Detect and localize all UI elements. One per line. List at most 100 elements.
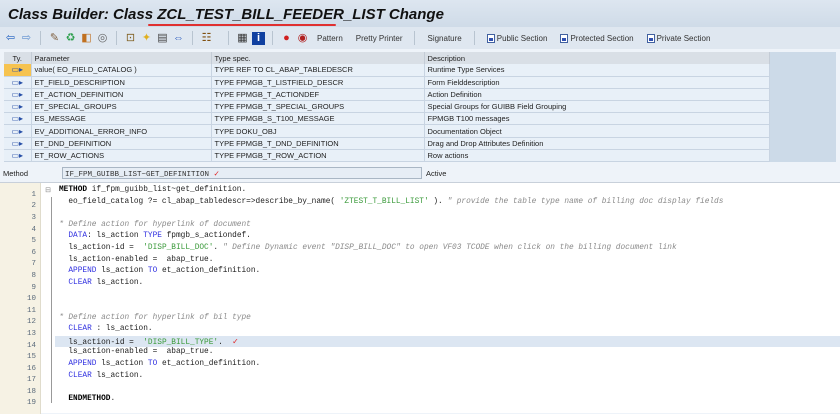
pretty-printer-button[interactable]: Pretty Printer [351, 34, 408, 43]
code-line[interactable]: 7 ls_action-enabled = abap_true. [31, 255, 840, 269]
parameter-name[interactable]: value( EO_FIELD_CATALOG ) [31, 64, 212, 77]
public-section-button[interactable]: Public Section [482, 33, 553, 43]
code-token: TO [147, 267, 158, 276]
code-line[interactable]: 6 ls_action-id = 'DISP_BILL_DOC'. " Defi… [31, 243, 840, 257]
table-row[interactable]: ▭▸ ET_FIELD_DESCRIPTION TYPE FPMGB_T_LIS… [4, 76, 770, 89]
description[interactable]: Documentation Object [424, 124, 770, 138]
code-text: eo_field_catalog ?= cl_abap_tabledescr=>… [55, 197, 840, 209]
fold-toggle-icon[interactable]: ⊟ [41, 186, 55, 195]
code-text: APPEND ls_action TO et_action_definition… [55, 359, 840, 371]
code-line[interactable]: 4 * Define action for hyperlink of docume… [31, 220, 840, 234]
code-line[interactable]: 14 ls_action-id = 'DISP_BILL_TYPE'. ✓ [27, 335, 840, 350]
table-row[interactable]: ▭▸ ET_ACTION_DEFINITION TYPE FPMGB_T_ACT… [4, 88, 770, 102]
layout-icon[interactable]: ▦ [236, 32, 249, 45]
type-spec[interactable]: TYPE FPMGB_S_T100_MESSAGE [211, 112, 425, 126]
type-spec[interactable]: TYPE FPMGB_T_SPECIAL_GROUPS [211, 100, 425, 114]
description[interactable]: Special Groups for GUIBB Field Grouping [424, 100, 770, 114]
type-spec[interactable]: TYPE REF TO CL_ABAP_TABLEDESCR [211, 64, 425, 77]
method-field[interactable]: IF_FPM_GUIBB_LIST~GET_DEFINITION ✓ [62, 167, 422, 179]
code-token: et_action_definition. [157, 267, 261, 276]
parameter-name[interactable]: ET_DND_DEFINITION [31, 137, 212, 150]
parameter-name[interactable]: ET_ACTION_DEFINITION [31, 88, 212, 102]
toolbar-separator [414, 31, 416, 45]
display-object-list-icon[interactable]: ▤ [156, 32, 169, 45]
private-section-button[interactable]: Private Section [642, 33, 716, 43]
type-spec[interactable]: TYPE FPMGB_T_LISTFIELD_DESCR [211, 76, 425, 89]
type-spec[interactable]: TYPE DOKU_OBJ [211, 124, 425, 138]
code-token: CLEAR [68, 371, 92, 380]
code-token: eo_field_catalog ?= cl_abap_tabledescr=>… [59, 197, 340, 206]
code-editor[interactable]: 1 ⊟ METHOD if_fpm_guibb_list~get_definitio… [0, 182, 840, 414]
description[interactable]: Runtime Type Services [424, 64, 770, 77]
code-line[interactable]: 18 [27, 382, 840, 396]
code-token: : ls_action. [91, 325, 153, 334]
column-header-type[interactable]: Ty. [4, 52, 32, 64]
column-header-type-spec[interactable]: Type spec. [211, 52, 425, 64]
info-icon[interactable]: i [252, 31, 265, 45]
section-icon [486, 33, 495, 43]
description[interactable]: Row actions [424, 149, 770, 163]
parameter-name[interactable]: ET_SPECIAL_GROUPS [31, 100, 212, 114]
breakpoint-icon[interactable]: ● [280, 32, 293, 45]
method-name: IF_FPM_GUIBB_LIST~GET_DEFINITION [65, 171, 210, 179]
module-icon[interactable]: ☷ [200, 32, 213, 45]
description[interactable]: Drag and Drop Attributes Definition [424, 137, 770, 150]
method-label: Method [3, 168, 29, 178]
description[interactable]: Form Fielddescription [424, 76, 770, 89]
type-spec[interactable]: TYPE FPMGB_T_ROW_ACTION [211, 149, 425, 163]
pattern-button[interactable]: Pattern [312, 34, 348, 43]
column-header-parameter[interactable]: Parameter [31, 52, 212, 64]
user-breakpoint-icon[interactable]: ◉ [296, 32, 309, 45]
toolbar-separator [473, 31, 475, 45]
column-header-description[interactable]: Description [424, 52, 770, 64]
table-row[interactable]: ▭▸ EV_ADDITIONAL_ERROR_INFO TYPE DOKU_OB… [4, 124, 770, 138]
code-line[interactable]: 10 [27, 289, 840, 303]
code-line[interactable]: 9 CLEAR ls_action. [31, 278, 840, 292]
type-spec[interactable]: TYPE FPMGB_T_ACTIONDEF [211, 88, 425, 102]
code-line[interactable]: 2 eo_field_catalog ?= cl_abap_tabledescr… [31, 197, 840, 211]
protected-section-button[interactable]: Protected Section [555, 33, 638, 43]
description[interactable]: Action Definition [424, 88, 770, 102]
code-text: ls_action-id = 'DISP_BILL_TYPE'. ✓ [55, 335, 840, 348]
edit-toggle-icon[interactable]: ✎ [48, 32, 61, 45]
code-line[interactable]: 16 APPEND ls_action TO et_action_definit… [27, 359, 840, 373]
code-line[interactable]: 1 ⊟ METHOD if_fpm_guibb_list~get_definitio… [31, 185, 840, 199]
table-row[interactable]: ▭▸ ET_ROW_ACTIONS TYPE FPMGB_T_ROW_ACTIO… [4, 149, 770, 163]
table-row[interactable]: ▭▸ value( EO_FIELD_CATALOG ) TYPE REF TO… [4, 64, 770, 77]
parameter-name[interactable]: EV_ADDITIONAL_ERROR_INFO [31, 124, 212, 138]
hierarchy-icon[interactable]: ✦ [140, 32, 153, 45]
code-line[interactable]: 3 [31, 208, 840, 222]
code-text: ls_action-enabled = abap_true. [55, 255, 840, 267]
code-line[interactable]: 12 * Define action for hyperlink of bil t… [27, 313, 840, 327]
navigation-icon[interactable]: ⇔ [172, 32, 185, 45]
parameter-name[interactable]: ET_ROW_ACTIONS [31, 149, 212, 163]
activate-icon[interactable]: ◧ [80, 32, 93, 45]
check-icon[interactable]: ♻ [64, 32, 77, 45]
forward-icon[interactable]: ⇨ [20, 32, 33, 45]
parameter-name[interactable]: ES_MESSAGE [31, 112, 212, 126]
signature-button[interactable]: Signature [422, 34, 466, 43]
code-lines[interactable]: 1 ⊟ METHOD if_fpm_guibb_list~get_definitio… [27, 185, 840, 408]
code-text: ls_action-id = 'DISP_BILL_DOC'. " Define… [55, 243, 840, 255]
object-list-icon[interactable]: ⊡ [124, 32, 137, 45]
code-line[interactable]: 15 ls_action-enabled = abap_true. [27, 347, 840, 361]
method-row: Method IF_FPM_GUIBB_LIST~GET_DEFINITION … [0, 166, 840, 180]
description[interactable]: FPMGB T100 messages [424, 112, 770, 126]
code-line[interactable]: 11 [27, 301, 840, 315]
code-line[interactable]: 13 CLEAR : ls_action. [27, 324, 840, 338]
code-text: * Define action for hyperlink of documen… [55, 220, 840, 232]
table-row[interactable]: ▭▸ ES_MESSAGE TYPE FPMGB_S_T100_MESSAGE … [4, 112, 770, 126]
code-line[interactable]: 5 DATA: ls_action TYPE fpmgb_s_actiondef… [31, 231, 840, 245]
type-spec[interactable]: TYPE FPMGB_T_DND_DEFINITION [211, 137, 425, 150]
table-row[interactable]: ▭▸ ET_SPECIAL_GROUPS TYPE FPMGB_T_SPECIA… [4, 100, 770, 114]
code-line[interactable]: 8 APPEND ls_action TO et_action_definiti… [31, 266, 840, 280]
parameter-name[interactable]: ET_FIELD_DESCRIPTION [31, 76, 212, 89]
code-line[interactable]: 17 CLEAR ls_action. [27, 371, 840, 385]
code-line[interactable]: 19 ENDMETHOD. [27, 394, 840, 408]
where-used-icon[interactable]: ◎ [96, 32, 109, 45]
back-icon[interactable]: ⇦ [4, 32, 17, 45]
table-row[interactable]: ▭▸ ET_DND_DEFINITION TYPE FPMGB_T_DND_DE… [4, 137, 770, 150]
